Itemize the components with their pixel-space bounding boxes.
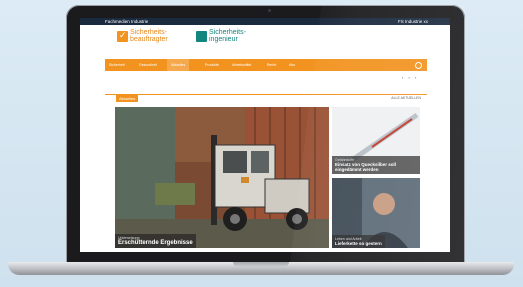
section-tag[interactable]: Aktuelles [116, 95, 139, 102]
nav-item-arbeitsmittel[interactable]: Arbeitsmittel [232, 59, 251, 71]
nav-item-abo[interactable]: Abo [289, 59, 295, 71]
sifa-logo-text[interactable]: Sicherheits-ingenieur [209, 29, 246, 43]
side-article-1[interactable]: Gefahrstoffe Einsatz von Quecksilber sol… [332, 107, 420, 174]
top-bar: Fachmedien Industrie FS Industrie xx [80, 18, 450, 25]
sibe-logo-icon[interactable] [117, 30, 128, 42]
social-icons[interactable]: ▪ ▪ ▪ [402, 75, 418, 80]
all-news-link[interactable]: ALLE AKTUELLEN [391, 96, 421, 100]
forklift-photo [115, 107, 329, 248]
nav-item-aktuelles[interactable]: Aktuelles [167, 59, 190, 71]
hero-caption: Unterweisung Erschütternde Ergebnisse [115, 234, 196, 248]
side-article-2[interactable]: Leben und Arbeit Lieferkette so gestern [332, 178, 420, 248]
laptop-notch [233, 262, 289, 267]
sibe-logo-text[interactable]: Sicherheits-beauftragter [130, 29, 168, 43]
nav-item-produkte[interactable]: Produkte [205, 59, 219, 71]
main-nav: Sicherheit Gesundheit Aktuelles Produkte… [105, 59, 427, 71]
side-1-caption: Gefahrstoffe Einsatz von Quecksilber sol… [332, 156, 420, 174]
hero-title[interactable]: Erschütternde Ergebnisse [118, 240, 193, 246]
nav-item-recht[interactable]: Recht [267, 59, 276, 71]
side-1-title[interactable]: Einsatz von Quecksilber soll eingedämmt … [335, 162, 417, 172]
sifa-logo-icon[interactable] [196, 31, 207, 42]
side-2-title[interactable]: Lieferkette so gestern [335, 241, 382, 246]
topbar-left-text[interactable]: Fachmedien Industrie [105, 18, 148, 25]
webcam-icon [268, 9, 271, 12]
section-divider [105, 94, 427, 95]
side-2-caption: Leben und Arbeit Lieferkette so gestern [332, 235, 385, 248]
topbar-right-text[interactable]: FS Industrie xx [398, 18, 428, 25]
search-icon[interactable] [415, 62, 422, 69]
nav-item-sicherheit[interactable]: Sicherheit [109, 59, 125, 71]
hero-article[interactable]: Unterweisung Erschütternde Ergebnisse [115, 107, 329, 248]
laptop-screen: Fachmedien Industrie FS Industrie xx Sic… [80, 18, 450, 252]
nav-item-gesundheit[interactable]: Gesundheit [139, 59, 157, 71]
